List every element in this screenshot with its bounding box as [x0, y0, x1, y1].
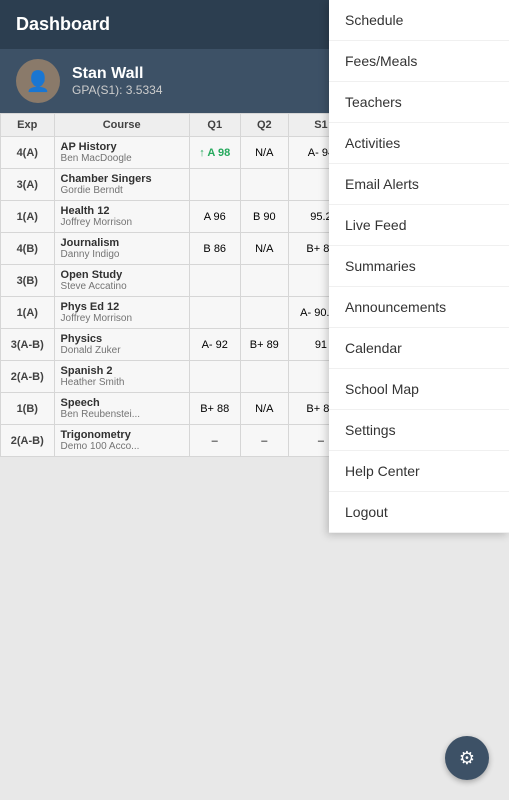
col-exp: Exp	[1, 114, 55, 137]
user-name: Stan Wall	[72, 65, 163, 83]
cell-exp: 4(A)	[1, 137, 55, 169]
cell-q1	[189, 265, 240, 297]
user-gpa: GPA(S1): 3.5334	[72, 83, 163, 97]
menu-item-schedule[interactable]: Schedule	[329, 0, 509, 41]
cell-q1: A 96	[189, 201, 240, 233]
menu-item-settings[interactable]: Settings	[329, 410, 509, 451]
cell-q1: –	[189, 425, 240, 457]
cell-course: Spanish 2Heather Smith	[54, 361, 189, 393]
cell-exp: 2(A-B)	[1, 361, 55, 393]
dropdown-menu: ScheduleFees/MealsTeachersActivitiesEmai…	[329, 0, 509, 533]
menu-item-announcements[interactable]: Announcements	[329, 287, 509, 328]
cell-q2: B 90	[240, 201, 288, 233]
menu-item-help-center[interactable]: Help Center	[329, 451, 509, 492]
cell-exp: 3(B)	[1, 265, 55, 297]
cell-q2	[240, 297, 288, 329]
cell-q2	[240, 361, 288, 393]
cell-q2: –	[240, 425, 288, 457]
menu-item-fees-meals[interactable]: Fees/Meals	[329, 41, 509, 82]
cell-exp: 2(A-B)	[1, 425, 55, 457]
menu-item-email-alerts[interactable]: Email Alerts	[329, 164, 509, 205]
col-q2: Q2	[240, 114, 288, 137]
cell-q1	[189, 297, 240, 329]
cell-course: JournalismDanny Indigo	[54, 233, 189, 265]
menu-item-activities[interactable]: Activities	[329, 123, 509, 164]
cell-q2	[240, 169, 288, 201]
cell-q2: N/A	[240, 393, 288, 425]
page-title: Dashboard	[16, 14, 110, 35]
cell-exp: 1(A)	[1, 297, 55, 329]
cell-course: Health 12Joffrey Morrison	[54, 201, 189, 233]
menu-item-summaries[interactable]: Summaries	[329, 246, 509, 287]
col-q1: Q1	[189, 114, 240, 137]
cell-course: Open StudySteve Accatino	[54, 265, 189, 297]
cell-course: Chamber SingersGordie Berndt	[54, 169, 189, 201]
cell-q1	[189, 361, 240, 393]
cell-exp: 1(B)	[1, 393, 55, 425]
cell-exp: 3(A-B)	[1, 329, 55, 361]
col-course: Course	[54, 114, 189, 137]
menu-item-school-map[interactable]: School Map	[329, 369, 509, 410]
cell-q2: N/A	[240, 137, 288, 169]
cell-q2: N/A	[240, 233, 288, 265]
menu-item-calendar[interactable]: Calendar	[329, 328, 509, 369]
menu-item-live-feed[interactable]: Live Feed	[329, 205, 509, 246]
cell-exp: 4(B)	[1, 233, 55, 265]
cell-q1: B+ 88	[189, 393, 240, 425]
settings-fab[interactable]: ⚙	[445, 736, 489, 780]
menu-item-teachers[interactable]: Teachers	[329, 82, 509, 123]
cell-exp: 3(A)	[1, 169, 55, 201]
cell-q1: A- 92	[189, 329, 240, 361]
cell-q1: A 98	[189, 137, 240, 169]
cell-exp: 1(A)	[1, 201, 55, 233]
user-info: Stan Wall GPA(S1): 3.5334	[72, 65, 163, 97]
menu-item-logout[interactable]: Logout	[329, 492, 509, 533]
cell-course: AP HistoryBen MacDoogle	[54, 137, 189, 169]
cell-course: TrigonometryDemo 100 Acco...	[54, 425, 189, 457]
cell-q1: B 86	[189, 233, 240, 265]
cell-course: Phys Ed 12Joffrey Morrison	[54, 297, 189, 329]
cell-course: SpeechBen Reubenstei...	[54, 393, 189, 425]
cell-course: PhysicsDonald Zuker	[54, 329, 189, 361]
cell-q2	[240, 265, 288, 297]
cell-q1	[189, 169, 240, 201]
cell-q2: B+ 89	[240, 329, 288, 361]
avatar: 👤	[16, 59, 60, 103]
